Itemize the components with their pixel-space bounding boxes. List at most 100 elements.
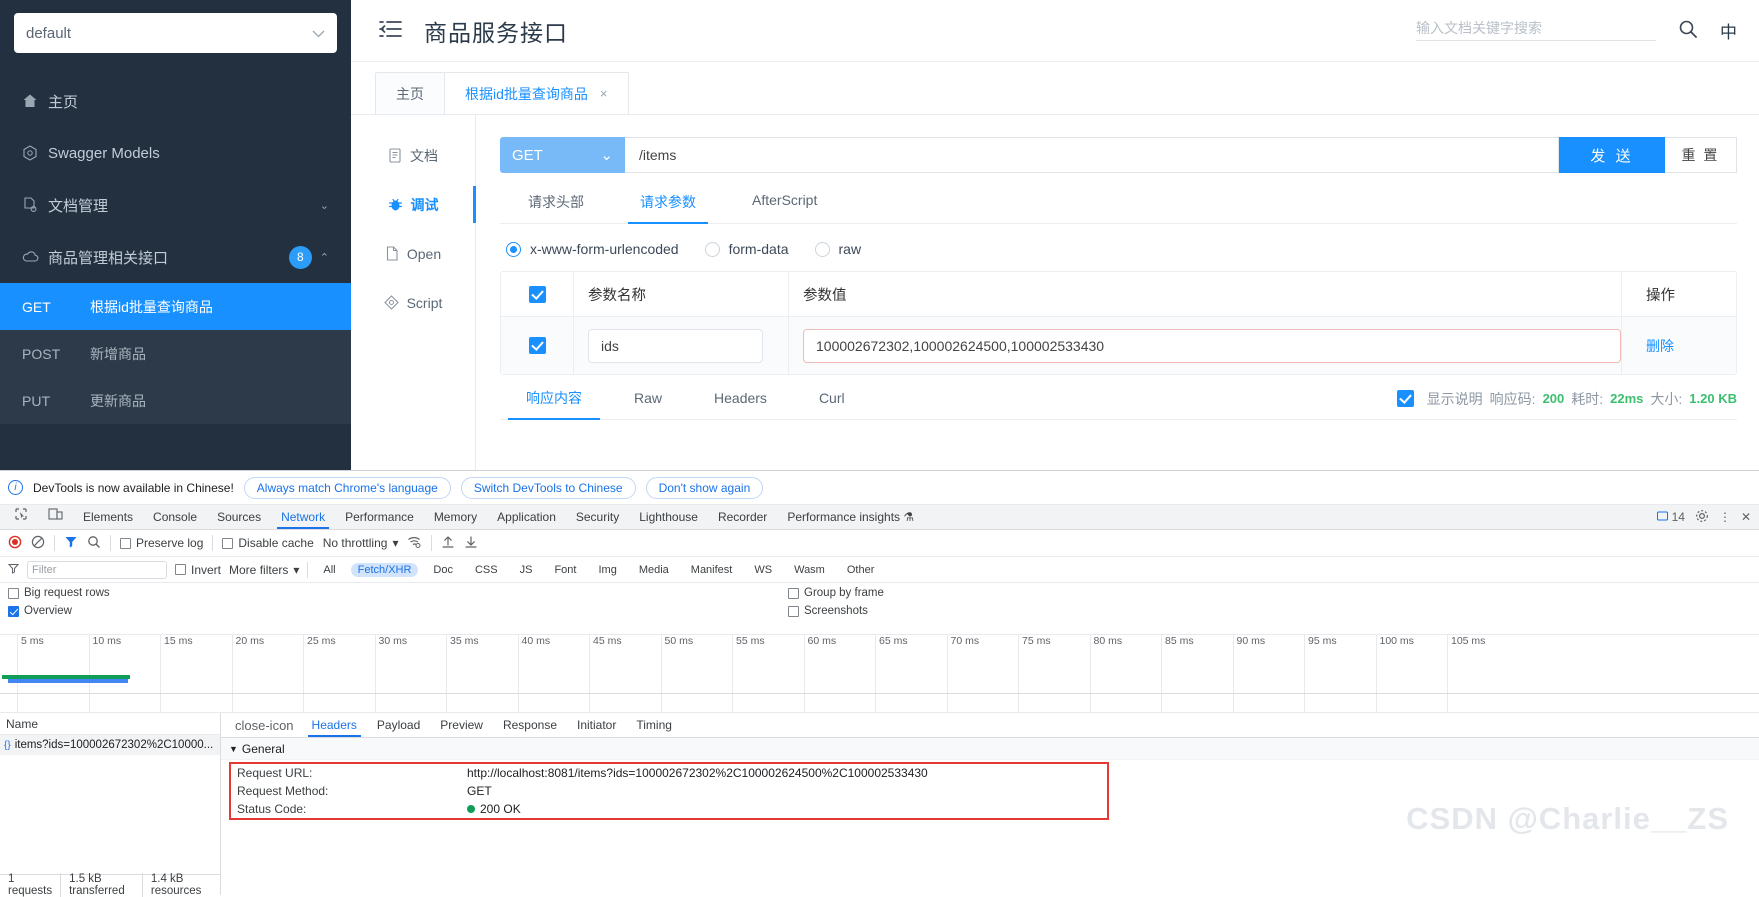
preserve-log-checkbox[interactable]: Preserve log	[120, 536, 203, 550]
error-count-badge[interactable]: 14	[1657, 510, 1685, 524]
wifi-settings-icon[interactable]	[407, 535, 422, 552]
search-input[interactable]	[1416, 20, 1656, 36]
filter-type-fetch-xhr[interactable]: Fetch/XHR	[350, 562, 419, 577]
sidebar-item-doc-management[interactable]: 文档管理 ⌄	[0, 179, 351, 231]
language-toggle[interactable]: 中	[1720, 18, 1737, 43]
devtools-tab-recorder[interactable]: Recorder	[708, 505, 777, 529]
detail-tab-timing[interactable]: Timing	[626, 713, 682, 737]
list-item[interactable]: {} items?ids=100002672302%2C10000...	[0, 735, 220, 755]
device-toolbar-icon[interactable]	[38, 505, 73, 529]
detail-tab-headers[interactable]: Headers	[302, 713, 367, 737]
network-overview-timeline[interactable]: 5 ms 10 ms 15 ms 20 ms 25 ms 30 ms 35 ms 40 ms 4…	[0, 635, 1759, 713]
detail-tab-preview[interactable]: Preview	[430, 713, 493, 737]
gear-icon[interactable]	[1695, 509, 1709, 526]
clear-icon[interactable]	[31, 535, 45, 552]
param-name-input[interactable]: ids	[588, 328, 763, 363]
param-value-input[interactable]: 100002672302,100002624500,100002533430	[803, 328, 1621, 363]
filter-type-other[interactable]: Other	[840, 563, 882, 577]
api-item-put-update[interactable]: PUT 更新商品	[0, 377, 351, 424]
show-description-checkbox[interactable]	[1396, 390, 1414, 407]
more-filters-dropdown[interactable]: More filters ▾	[229, 563, 299, 577]
kebab-icon[interactable]: ⋮	[1719, 510, 1731, 524]
request-url-input[interactable]: /items	[625, 137, 1559, 173]
http-method-select[interactable]: GET ⌄	[500, 137, 625, 173]
row-checkbox[interactable]	[501, 337, 573, 354]
close-icon[interactable]: ×	[600, 86, 608, 101]
filter-type-ws[interactable]: WS	[747, 563, 779, 577]
collapse-menu-icon[interactable]	[379, 20, 402, 41]
throttling-select[interactable]: No throttling ▾	[323, 536, 399, 550]
send-button[interactable]: 发 送	[1559, 137, 1665, 173]
filter-type-media[interactable]: Media	[632, 563, 676, 577]
general-section-header[interactable]: ▼ General	[221, 738, 1759, 760]
filter-type-img[interactable]: Img	[591, 563, 623, 577]
close-icon[interactable]: close-icon	[227, 718, 302, 733]
detail-tab-initiator[interactable]: Initiator	[567, 713, 626, 737]
api-item-get-batch-query[interactable]: GET 根据id批量查询商品	[0, 283, 351, 330]
detail-tab-payload[interactable]: Payload	[367, 713, 430, 737]
devtools-tab-security[interactable]: Security	[566, 505, 629, 529]
switch-to-chinese-button[interactable]: Switch DevTools to Chinese	[460, 476, 636, 499]
import-har-icon[interactable]	[441, 535, 455, 552]
radio-x-www-form-urlencoded[interactable]: x-www-form-urlencoded	[506, 241, 679, 257]
response-tab-curl[interactable]: Curl	[793, 390, 871, 417]
delete-param-link[interactable]: 删除	[1646, 336, 1674, 356]
project-select[interactable]: default	[14, 13, 337, 53]
devtools-tab-application[interactable]: Application	[487, 505, 566, 529]
timeline-tick: 105 ms	[1447, 635, 1485, 713]
devtools-tab-network[interactable]: Network	[271, 505, 335, 529]
record-icon[interactable]	[8, 535, 22, 552]
filter-type-css[interactable]: CSS	[468, 563, 505, 577]
devtools-tab-performance-insights[interactable]: Performance insights ⚗	[777, 505, 924, 529]
response-tab-headers[interactable]: Headers	[688, 390, 793, 417]
always-match-language-button[interactable]: Always match Chrome's language	[243, 476, 451, 499]
filter-type-font[interactable]: Font	[547, 563, 583, 577]
dont-show-again-button[interactable]: Don't show again	[645, 476, 764, 499]
filter-type-js[interactable]: JS	[513, 563, 540, 577]
select-all-checkbox[interactable]	[501, 285, 573, 303]
devtools-tab-lighthouse[interactable]: Lighthouse	[629, 505, 708, 529]
response-tab-content[interactable]: 响应内容	[500, 388, 608, 420]
devtools-tab-elements[interactable]: Elements	[73, 505, 143, 529]
rail-item-doc[interactable]: 文档	[351, 131, 475, 180]
subtab-request-headers[interactable]: 请求头部	[500, 192, 612, 223]
filter-type-manifest[interactable]: Manifest	[684, 563, 740, 577]
sidebar-item-home[interactable]: 主页	[0, 75, 351, 127]
group-by-frame-checkbox[interactable]: Group by frame	[788, 587, 884, 599]
devtools-tab-memory[interactable]: Memory	[424, 505, 487, 529]
filter-icon[interactable]	[64, 535, 78, 552]
export-har-icon[interactable]	[464, 535, 478, 552]
rail-item-open[interactable]: Open	[351, 229, 475, 278]
devtools-tab-performance[interactable]: Performance	[335, 505, 424, 529]
detail-tab-response[interactable]: Response	[493, 713, 567, 737]
sidebar-item-swagger-models[interactable]: Swagger Models	[0, 127, 351, 179]
overview-checkbox[interactable]: Overview	[8, 605, 788, 617]
tab-home[interactable]: 主页	[375, 72, 445, 114]
devtools-tab-console[interactable]: Console	[143, 505, 207, 529]
radio-raw[interactable]: raw	[814, 241, 861, 257]
tab-batch-query[interactable]: 根据id批量查询商品 ×	[444, 72, 629, 114]
filter-input[interactable]: Filter	[27, 560, 167, 579]
response-tab-raw[interactable]: Raw	[608, 390, 688, 417]
search-icon[interactable]	[87, 535, 101, 552]
screenshots-checkbox[interactable]: Screenshots	[788, 605, 884, 617]
rail-item-script[interactable]: Script	[351, 278, 475, 327]
doc-search-wrapper	[1416, 20, 1656, 41]
sidebar-item-product-api[interactable]: 商品管理相关接口 8 ⌃	[0, 231, 351, 283]
filter-type-all[interactable]: All	[316, 563, 342, 577]
invert-checkbox[interactable]: Invert	[175, 563, 221, 577]
subtab-request-params[interactable]: 请求参数	[612, 192, 724, 224]
rail-item-debug[interactable]: 调试	[351, 180, 476, 229]
api-item-post-create[interactable]: POST 新增商品	[0, 330, 351, 377]
inspect-element-icon[interactable]	[4, 505, 38, 529]
filter-type-doc[interactable]: Doc	[426, 563, 460, 577]
disable-cache-checkbox[interactable]: Disable cache	[222, 536, 314, 550]
search-icon[interactable]	[1678, 19, 1698, 42]
close-icon[interactable]: ✕	[1741, 510, 1751, 524]
devtools-tab-sources[interactable]: Sources	[207, 505, 271, 529]
subtab-afterscript[interactable]: AfterScript	[724, 192, 845, 223]
radio-form-data[interactable]: form-data	[704, 241, 789, 257]
reset-button[interactable]: 重 置	[1665, 137, 1737, 173]
filter-type-wasm[interactable]: Wasm	[787, 563, 832, 577]
big-request-rows-checkbox[interactable]: Big request rows	[8, 587, 788, 599]
